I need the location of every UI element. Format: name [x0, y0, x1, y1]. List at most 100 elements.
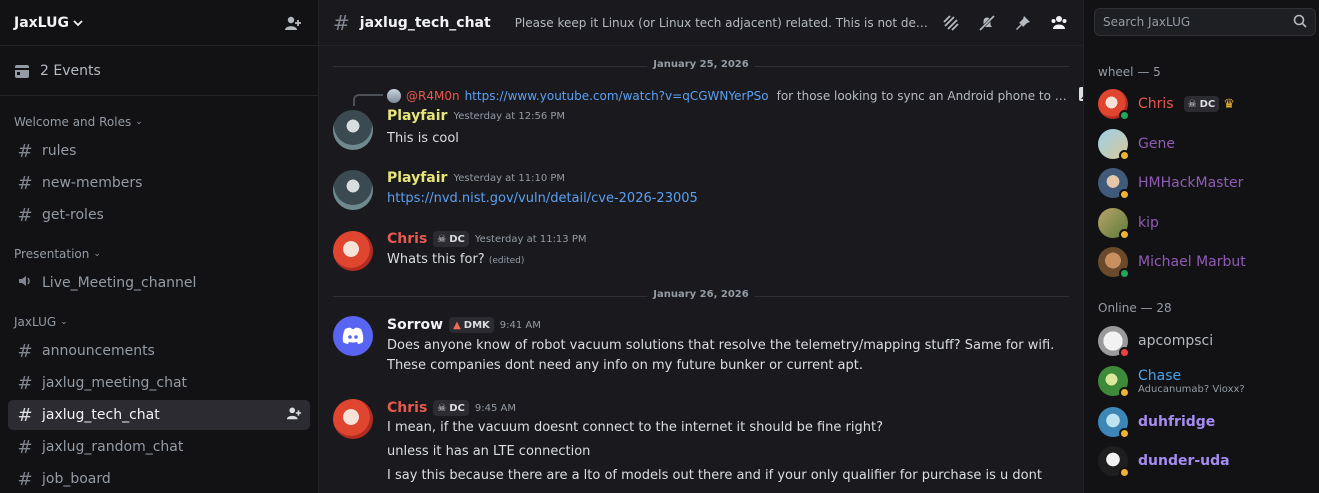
channel-topic[interactable]: Please keep it Linux (or Linux tech adja… [515, 16, 931, 30]
status-idle-icon [1119, 229, 1130, 240]
member-name: Chris [1138, 96, 1174, 112]
message-item[interactable]: Chris ☠ DC Yesterday at 11:13 PM Whats th… [333, 231, 1053, 281]
status-online-icon [1119, 268, 1130, 279]
message-text: I say this because there are a lto of mo… [387, 468, 1042, 483]
discord-logo-icon [342, 327, 364, 344]
member-list-icon[interactable] [1049, 13, 1069, 33]
member-item[interactable]: Gene [1098, 126, 1308, 162]
member-item[interactable]: HMHackMaster [1098, 165, 1308, 201]
role-tag-label: DC [449, 233, 465, 245]
threads-icon[interactable] [941, 13, 961, 33]
username[interactable]: Chris [387, 400, 427, 416]
member-item[interactable]: apcompsci [1098, 323, 1308, 359]
app-window: JaxLUG 2 Events Welcome and Roles ⌄ # rule… [0, 0, 1319, 493]
member-item[interactable]: duhfridge [1098, 404, 1308, 440]
avatar[interactable] [333, 399, 373, 439]
channel-jaxlug-tech-chat[interactable]: # jaxlug_tech_chat [8, 400, 310, 430]
username[interactable]: Sorrow [387, 317, 443, 333]
reply-preview[interactable]: @R4M0n https://www.youtube.com/watch?v=q… [387, 86, 1094, 105]
speaker-icon [16, 273, 34, 294]
avatar[interactable] [333, 170, 373, 210]
hash-icon: # [17, 436, 33, 458]
create-invite-icon[interactable] [286, 405, 302, 425]
invite-people-icon[interactable] [282, 12, 304, 34]
notification-muted-icon[interactable] [977, 13, 997, 33]
avatar[interactable] [333, 316, 373, 356]
member-item[interactable]: Michael Marbut [1098, 244, 1308, 280]
role-tag: ☠ DC [1183, 96, 1220, 112]
channel-live-meeting[interactable]: Live_Meeting_channel [8, 268, 310, 298]
reply-link[interactable]: https://www.youtube.com/watch?v=qCGWNYer… [465, 89, 769, 103]
message-link[interactable]: https://nvd.nist.gov/vuln/detail/cve-202… [387, 191, 698, 206]
member-item[interactable]: Chase Aducanumab? Vioxx? [1098, 363, 1308, 399]
reply-author[interactable]: @R4M0n [406, 89, 460, 103]
chevron-down-icon: ⌄ [60, 317, 68, 327]
message-item[interactable]: Playfair Yesterday at 11:10 PM https://n… [333, 170, 1053, 220]
member-name: apcompsci [1138, 333, 1214, 349]
status-idle-icon [1119, 428, 1130, 439]
status-idle-icon [1119, 467, 1130, 478]
channel-sidebar: JaxLUG 2 Events Welcome and Roles ⌄ # rule… [0, 0, 319, 493]
hash-icon: # [17, 468, 33, 490]
channel-announcements[interactable]: # announcements [8, 336, 310, 366]
username[interactable]: Playfair [387, 170, 447, 186]
timestamp: Yesterday at 12:56 PM [453, 110, 566, 122]
status-online-icon [1119, 110, 1130, 121]
skull-icon: ☠ [437, 402, 447, 414]
hash-icon: # [17, 172, 33, 194]
hash-icon: # [333, 10, 350, 35]
events-label: 2 Events [40, 62, 101, 79]
avatar [387, 88, 401, 103]
channel-job-board[interactable]: # job_board [8, 464, 310, 493]
message-item[interactable]: @R4M0n https://www.youtube.com/watch?v=q… [333, 86, 1093, 150]
channel-new-members[interactable]: # new-members [8, 168, 310, 198]
channel-jaxlug-random-chat[interactable]: # jaxlug_random_chat [8, 432, 310, 462]
message-item[interactable]: Sorrow ▲ DMK 9:41 AM Does anyone know of … [333, 316, 1054, 376]
channel-label: get-roles [42, 207, 104, 223]
events-button[interactable]: 2 Events [0, 46, 318, 96]
channel-get-roles[interactable]: # get-roles [8, 200, 310, 230]
message-text: unless it has an LTE connection [387, 444, 591, 459]
member-item[interactable]: Chris ☠ DC ♛ [1098, 86, 1308, 122]
member-status-text: Aducanumab? Vioxx? [1138, 383, 1245, 395]
date-label: January 25, 2026 [647, 59, 755, 70]
search-icon[interactable] [1293, 13, 1307, 32]
member-name: Michael Marbut [1138, 254, 1246, 270]
calendar-icon [15, 64, 29, 78]
fire-icon: ▲ [453, 319, 461, 331]
channel-header: # jaxlug_tech_chat Please keep it Linux … [319, 0, 1083, 46]
category-welcome-and-roles[interactable]: Welcome and Roles ⌄ [0, 112, 318, 132]
chevron-down-icon: ⌄ [135, 117, 143, 127]
avatar[interactable] [333, 110, 373, 150]
search-input[interactable] [1103, 15, 1283, 29]
member-name: dunder-uda [1138, 453, 1230, 469]
username[interactable]: Chris [387, 231, 427, 247]
username[interactable]: Playfair [387, 108, 447, 124]
member-item[interactable]: kip [1098, 205, 1308, 241]
message-item[interactable]: Chris ☠ DC 9:45 AM I mean, if the vacuum … [333, 399, 1053, 493]
server-header[interactable]: JaxLUG [0, 0, 318, 46]
category-presentation[interactable]: Presentation ⌄ [0, 244, 318, 264]
channel-jaxlug-meeting-chat[interactable]: # jaxlug_meeting_chat [8, 368, 310, 398]
category-label: Presentation [14, 247, 90, 261]
status-idle-icon [1119, 387, 1130, 398]
role-tag-label: DC [449, 402, 465, 414]
avatar [1098, 446, 1130, 478]
member-name: Gene [1138, 136, 1175, 152]
message-text: Whats this for? [387, 252, 485, 267]
search-bar[interactable] [1094, 8, 1316, 36]
message-text: These companies dont need any info on my… [387, 358, 863, 373]
member-name: duhfridge [1138, 414, 1216, 430]
avatar[interactable] [333, 231, 373, 271]
role-tag: ☠ DC [433, 400, 469, 416]
chat-area: # jaxlug_tech_chat Please keep it Linux … [319, 0, 1093, 493]
pin-icon[interactable] [1013, 13, 1033, 33]
chevron-down-icon [73, 19, 83, 26]
server-name: JaxLUG [14, 14, 69, 31]
channel-rules[interactable]: # rules [8, 136, 310, 166]
avatar [1098, 247, 1130, 279]
reply-text: for those looking to sync an Android pho… [776, 88, 1067, 103]
category-jaxlug[interactable]: JaxLUG ⌄ [0, 312, 318, 332]
member-group-header: wheel — 5 [1098, 65, 1161, 79]
member-item[interactable]: dunder-uda [1098, 443, 1308, 479]
